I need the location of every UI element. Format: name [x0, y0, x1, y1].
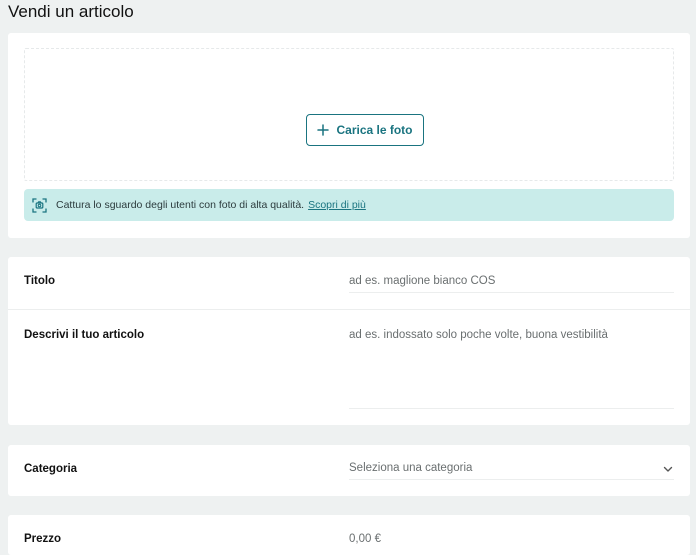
plus-icon	[317, 124, 330, 136]
section-divider	[8, 309, 690, 310]
description-underline	[349, 408, 674, 409]
photo-upload-card: Carica le foto Cattura lo sguardo degli …	[8, 33, 690, 238]
price-card: Prezzo 0,00 €	[8, 515, 690, 555]
camera-focus-icon	[32, 197, 47, 213]
chevron-down-icon[interactable]	[662, 462, 674, 474]
photo-tip-text: Cattura lo sguardo degli utenti con foto…	[56, 199, 305, 211]
page-title: Vendi un articolo	[8, 2, 134, 21]
photo-tip-banner: Cattura lo sguardo degli utenti con foto…	[24, 189, 674, 221]
upload-photos-button[interactable]: Carica le foto	[306, 114, 424, 146]
title-input-underline	[349, 292, 674, 293]
description-textarea[interactable]: ad es. indossato solo poche volte, buona…	[349, 329, 608, 341]
category-underline	[349, 479, 674, 480]
learn-more-link[interactable]: Scopri di più	[308, 199, 366, 211]
description-label: Descrivi il tuo articolo	[24, 329, 145, 341]
category-label: Categoria	[24, 463, 78, 475]
category-card: Categoria Seleziona una categoria	[8, 445, 690, 496]
category-select[interactable]: Seleziona una categoria	[349, 462, 472, 474]
title-label: Titolo	[24, 275, 56, 287]
photo-dropzone[interactable]: Carica le foto	[24, 48, 674, 181]
item-details-card: Titolo ad es. maglione bianco COS Descri…	[8, 257, 690, 425]
title-input[interactable]: ad es. maglione bianco COS	[349, 275, 495, 287]
upload-photos-label: Carica le foto	[336, 123, 413, 137]
price-input[interactable]: 0,00 €	[349, 533, 381, 545]
price-label: Prezzo	[24, 533, 62, 545]
